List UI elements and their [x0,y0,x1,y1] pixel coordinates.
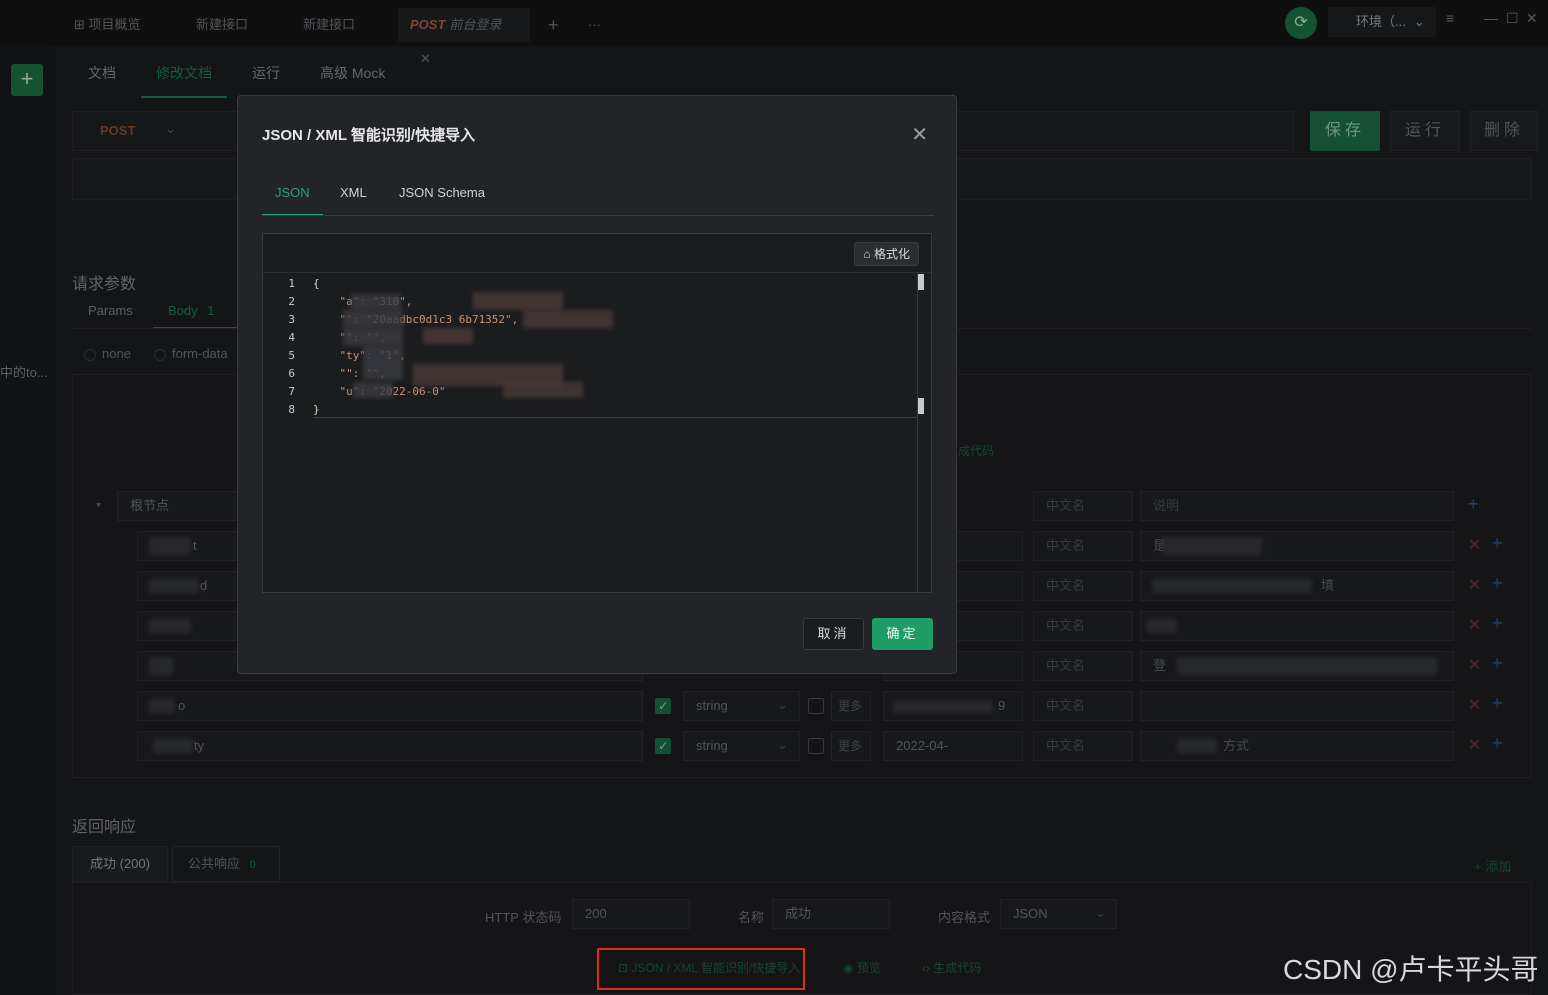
redacted [363,346,403,380]
redacted [503,382,583,398]
redacted [343,328,403,346]
redacted [343,310,403,328]
format-button[interactable]: ⌂ 格式化 [854,242,919,266]
redacted [473,292,563,310]
highlight-box [597,948,805,990]
cancel-button[interactable]: 取消 [803,618,864,650]
code-line: { [313,277,320,290]
line-number: 4 [288,331,295,344]
code-line: } [313,403,320,416]
close-icon[interactable]: ✕ [911,122,928,147]
watermark: CSDN @卢卡平头哥 [1283,954,1539,985]
line-number: 7 [288,385,295,398]
editor-toolbar-divider [263,272,931,273]
redacted [353,382,393,398]
scrollbar-thumb[interactable] [918,398,924,414]
code-editor[interactable]: ⌂ 格式化 1 2 3 4 5 6 7 8 { "a": "310", "": … [262,233,932,593]
current-line-marker [313,417,917,418]
tab-divider [262,215,934,216]
confirm-button[interactable]: 确定 [872,618,933,650]
modal-title: JSON / XML 智能识别/快捷导入 [262,127,476,144]
tab-json[interactable]: JSON [262,180,323,216]
tab-json-schema[interactable]: JSON Schema [386,180,498,216]
line-number: 6 [288,367,295,380]
line-number: 1 [288,277,295,290]
line-number: 5 [288,349,295,362]
line-number: 8 [288,403,295,416]
line-number: 3 [288,313,295,326]
redacted [423,328,473,344]
import-modal: JSON / XML 智能识别/快捷导入 ✕ JSON XML JSON Sch… [237,95,957,674]
format-icon: ⌂ [863,247,874,261]
editor-scrollbar[interactable] [917,272,918,592]
scrollbar-thumb[interactable] [918,274,924,290]
redacted [523,310,613,328]
redacted [351,294,401,310]
tab-xml[interactable]: XML [327,180,380,216]
line-number: 2 [288,295,295,308]
